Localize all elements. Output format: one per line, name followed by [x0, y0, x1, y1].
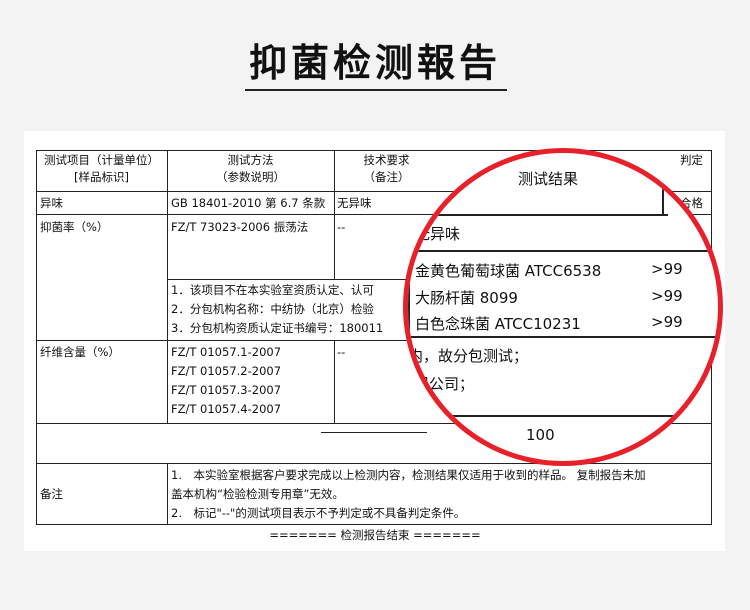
fiber-item: 纤维含量（%）	[40, 345, 120, 359]
odor-requirement: 无异味	[337, 196, 372, 210]
remarks-label: 备注	[40, 487, 63, 501]
header-requirement: 技术要求 （备注）	[363, 153, 410, 184]
table-rule	[36, 150, 37, 525]
zoom-bacteria-name: 白色念珠菌 ATCC10231	[415, 315, 581, 333]
fiber-method: FZ/T 01057.1-2007	[171, 345, 282, 359]
zoom-magnifier: 测试结果 无异味 金黄色葡萄球菌 ATCC6538 >99 大肠杆菌 8099 …	[403, 148, 723, 466]
report-title: 抑菌检测報告	[248, 40, 501, 85]
header-verdict: 判定	[680, 153, 703, 167]
subcontract-note: 3．分包机构资质认定证书编号：180011	[171, 321, 384, 335]
table-rule	[36, 150, 711, 151]
title-underline	[245, 89, 507, 91]
fiber-requirement: --	[337, 345, 346, 359]
zoom-rule	[408, 336, 718, 338]
zoom-bacteria-value: >99	[651, 313, 683, 331]
odor-method: GB 18401-2010 第 6.7 条款	[171, 196, 326, 210]
table-rule	[36, 524, 711, 525]
header-item: 测试项目（计量单位） [样品标识]	[44, 153, 159, 184]
remarks-text: 1. 本实验室根据客户要求完成以上检测内容，检测结果仅适用于收到的样品。 复制报…	[171, 468, 646, 482]
zoom-rule	[408, 415, 410, 461]
zoom-header: 测试结果	[518, 170, 579, 188]
table-rule	[334, 340, 335, 423]
subcontract-note: 1．该项目不在本实验室资质认定、认可	[171, 283, 374, 297]
table-rule	[167, 463, 168, 524]
report-end-line: ======= 检测报告结束 =======	[269, 528, 481, 542]
remarks-text: 盖本机构“检验检测专用章”无效。	[171, 487, 344, 501]
table-rule	[167, 150, 168, 423]
zoom-rule	[408, 250, 718, 252]
zoom-partial-text: 限公司；	[414, 375, 475, 393]
subcontract-note: 2．分包机构名称：中纺协（北京）检验	[171, 302, 374, 316]
header-method: 测试方法 （参数说明）	[216, 153, 285, 184]
zoom-bacteria-value: >99	[651, 287, 683, 305]
zoom-rule	[408, 251, 410, 337]
zoom-bacteria-name: 金黄色葡萄球菌 ATCC6538	[415, 262, 602, 280]
zoom-rule	[408, 415, 718, 417]
zoom-odor: 无异味	[415, 225, 461, 243]
antibacterial-requirement: --	[337, 220, 346, 234]
fiber-method: FZ/T 01057.4-2007	[171, 402, 282, 416]
zoom-total: 100	[526, 426, 555, 444]
zoom-rule	[408, 214, 668, 216]
zoom-bacteria-name: 大肠杆菌 8099	[415, 289, 518, 307]
zoom-partial-text: 内，故分包测试；	[408, 347, 529, 365]
total-underline	[321, 432, 427, 433]
zoom-rule	[662, 153, 664, 215]
antibacterial-method: FZ/T 73023-2006 振荡法	[171, 220, 309, 234]
fiber-method: FZ/T 01057.3-2007	[171, 383, 282, 397]
remarks-text: 2. 标记"--"的测试项目表示不予判定或不具备判定条件。	[171, 506, 466, 520]
antibacterial-item: 抑菌率（%）	[40, 220, 109, 234]
odor-item: 异味	[40, 196, 63, 210]
table-rule	[36, 463, 711, 464]
fiber-method: FZ/T 01057.2-2007	[171, 364, 282, 378]
zoom-bacteria-value: >99	[651, 260, 683, 278]
